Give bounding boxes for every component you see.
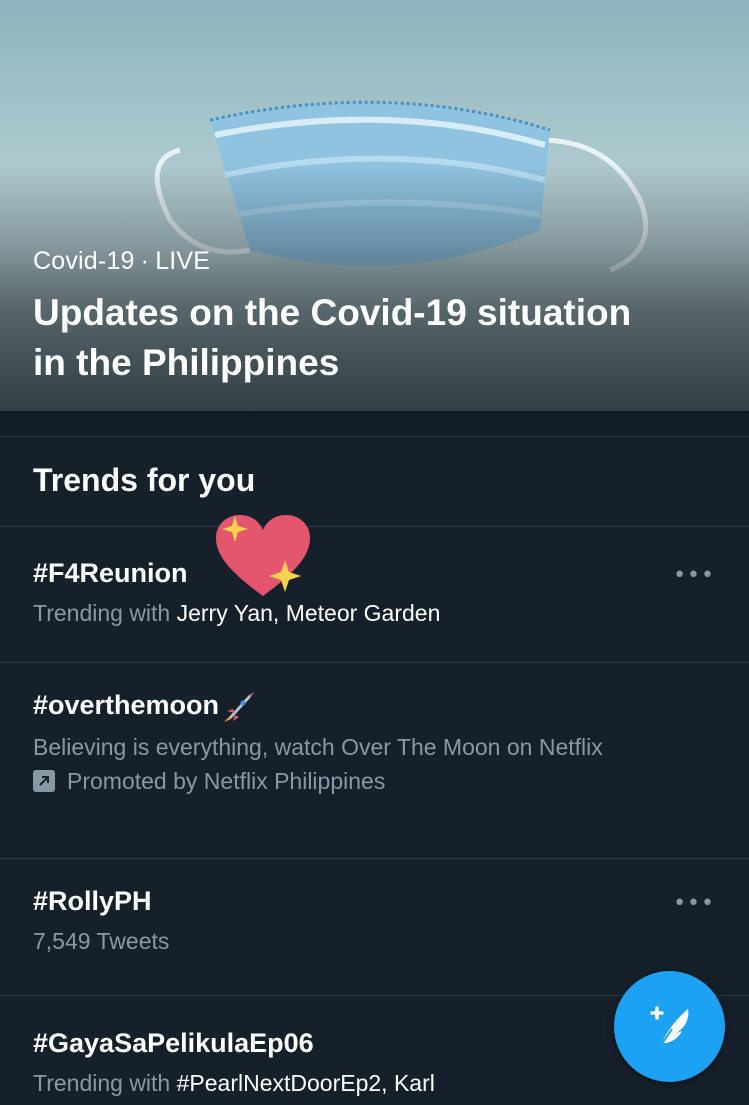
promoted-row: Promoted by Netflix Philippines: [33, 768, 723, 795]
more-options-icon[interactable]: •••: [673, 563, 715, 588]
section-gap: [0, 411, 749, 437]
trend-description: Believing is everything, watch Over The …: [33, 733, 603, 760]
sparkling-heart-icon: [216, 515, 310, 596]
rocket-icon: [224, 691, 255, 722]
compose-tweet-button[interactable]: [614, 971, 725, 1082]
trend-name[interactable]: #overthemoon: [33, 690, 723, 723]
trend-item[interactable]: #F4Reunion Trending with Jerry Yan, Mete…: [33, 558, 723, 630]
trend-context-highlight: Jerry Yan, Meteor Garden: [176, 600, 441, 626]
divider: [0, 526, 749, 527]
hero-meta: Covid-19 · LIVE: [33, 247, 210, 276]
trend-context-highlight: #PearlNextDoorEp2, Karl: [176, 1070, 435, 1096]
trend-context: Trending with #PearlNextDoorEp2, Karl: [33, 1067, 723, 1100]
trend-context-prefix: Trending with: [33, 600, 171, 626]
trend-item[interactable]: #RollyPH 7,549 Tweets: [33, 886, 723, 958]
trend-tweet-count: 7,549 Tweets: [33, 928, 170, 954]
hero-status: LIVE: [155, 247, 211, 275]
divider: [0, 662, 749, 663]
section-title: Trends for you: [33, 462, 256, 498]
trend-name[interactable]: #F4Reunion: [33, 558, 723, 589]
trend-name-text: #overthemoon: [33, 690, 220, 720]
hero-category: Covid-19: [33, 247, 135, 275]
hero-separator: ·: [140, 247, 150, 275]
hero-card[interactable]: Covid-19 · LIVE Updates on the Covid-19 si…: [0, 0, 749, 411]
trend-name[interactable]: #RollyPH: [33, 886, 723, 917]
promoted-label: Promoted by Netflix Philippines: [67, 767, 386, 794]
promoted-icon: [33, 770, 55, 793]
divider: [0, 858, 749, 859]
trend-context: Trending with Jerry Yan, Meteor Garden: [33, 597, 723, 630]
compose-tweet-icon: [649, 1005, 688, 1048]
hero-title[interactable]: Updates on the Covid-19 situation in the…: [33, 288, 673, 388]
more-options-icon[interactable]: •••: [673, 891, 715, 916]
trend-context-prefix: Trending with: [33, 1070, 171, 1096]
trend-item-promoted[interactable]: #overthemoon Believing is everything, wa…: [33, 690, 723, 795]
